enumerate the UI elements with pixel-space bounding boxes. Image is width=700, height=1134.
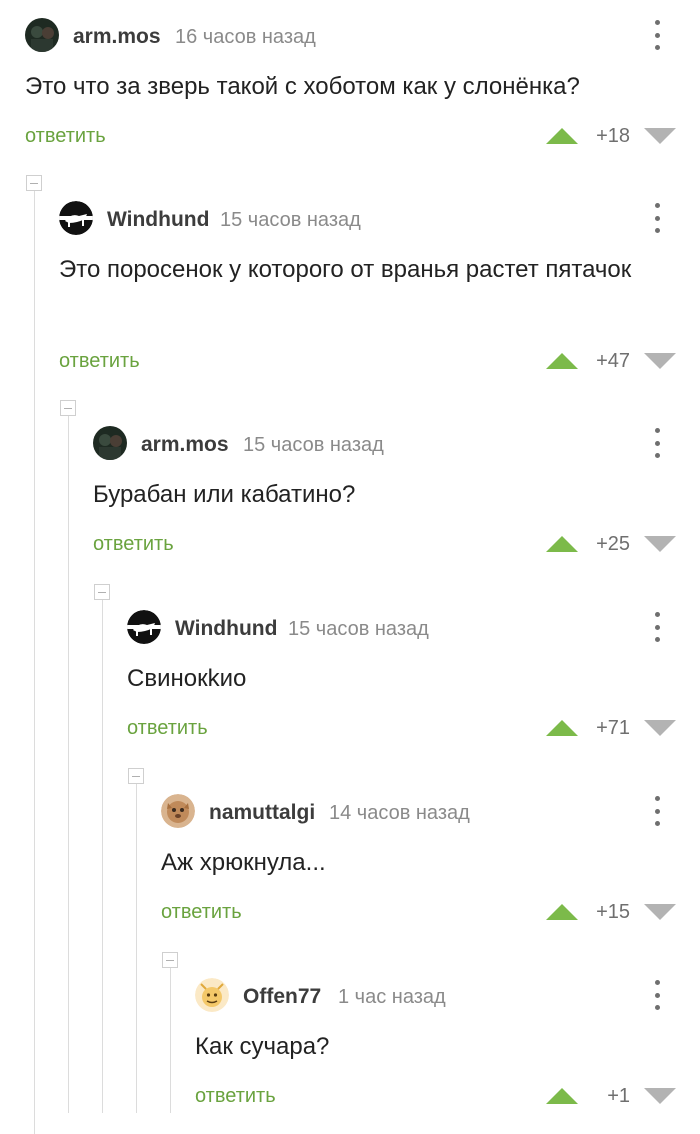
timestamp[interactable]: 15 часов назад bbox=[243, 434, 384, 457]
upvote-arrow-icon[interactable] bbox=[546, 536, 578, 552]
avatar[interactable] bbox=[59, 201, 93, 235]
username[interactable]: namuttalgi bbox=[209, 801, 315, 825]
score: +47 bbox=[596, 350, 630, 372]
collapse-thread-icon[interactable] bbox=[26, 175, 42, 191]
reply-button[interactable]: ответить bbox=[195, 1085, 276, 1108]
more-vertical-icon[interactable] bbox=[650, 610, 664, 644]
thread-line bbox=[102, 599, 103, 1113]
score: +71 bbox=[596, 717, 630, 739]
reply-button[interactable]: ответить bbox=[25, 125, 106, 148]
timestamp[interactable]: 15 часов назад bbox=[288, 618, 429, 641]
downvote-arrow-icon[interactable] bbox=[644, 904, 676, 920]
timestamp[interactable]: 14 часов назад bbox=[329, 802, 470, 825]
comment-header: arm.mos 15 часов назад bbox=[93, 424, 700, 464]
username[interactable]: arm.mos bbox=[73, 25, 161, 49]
avatar[interactable] bbox=[25, 18, 59, 52]
thread-line bbox=[34, 190, 35, 1134]
downvote-arrow-icon[interactable] bbox=[644, 1088, 676, 1104]
downvote-arrow-icon[interactable] bbox=[644, 720, 676, 736]
timestamp[interactable]: 1 час назад bbox=[338, 986, 446, 1009]
collapse-thread-icon[interactable] bbox=[94, 584, 110, 600]
upvote-arrow-icon[interactable] bbox=[546, 904, 578, 920]
collapse-thread-icon[interactable] bbox=[162, 952, 178, 968]
comment: Offen77 1 час назад Как сучара? ответить… bbox=[195, 976, 700, 1126]
comment-header: Windhund 15 часов назад bbox=[59, 199, 700, 239]
comment-text: Это поросенок у которого от вранья расте… bbox=[59, 256, 632, 283]
comment: Windhund 15 часов назад Это поросенок у … bbox=[59, 199, 700, 389]
avatar[interactable] bbox=[161, 794, 195, 828]
comment-header: Offen77 1 час назад bbox=[195, 976, 700, 1016]
thread-line bbox=[68, 415, 69, 1113]
comment-header: arm.mos 16 часов назад bbox=[25, 16, 700, 56]
avatar[interactable] bbox=[93, 426, 127, 460]
downvote-arrow-icon[interactable] bbox=[644, 128, 676, 144]
upvote-arrow-icon[interactable] bbox=[546, 720, 578, 736]
reply-button[interactable]: ответить bbox=[59, 350, 140, 373]
upvote-arrow-icon[interactable] bbox=[546, 353, 578, 369]
avatar[interactable] bbox=[127, 610, 161, 644]
comment-header: Windhund 15 часов назад bbox=[127, 608, 700, 648]
comment-text: Как сучара? bbox=[195, 1033, 330, 1060]
comment: arm.mos 15 часов назад Бурабан или кабат… bbox=[93, 424, 700, 574]
more-vertical-icon[interactable] bbox=[650, 978, 664, 1012]
more-vertical-icon[interactable] bbox=[650, 201, 664, 235]
score: +18 bbox=[596, 125, 630, 147]
thread-line bbox=[170, 967, 171, 1113]
reply-button[interactable]: ответить bbox=[127, 717, 208, 740]
username[interactable]: Windhund bbox=[175, 617, 277, 641]
comment-text: Бурабан или кабатино? bbox=[93, 481, 356, 508]
more-vertical-icon[interactable] bbox=[650, 426, 664, 460]
downvote-arrow-icon[interactable] bbox=[644, 353, 676, 369]
reply-button[interactable]: ответить bbox=[93, 533, 174, 556]
comment: Windhund 15 часов назад Свинокkио ответи… bbox=[127, 608, 700, 758]
thread-line bbox=[136, 783, 137, 1113]
upvote-arrow-icon[interactable] bbox=[546, 1088, 578, 1104]
avatar[interactable] bbox=[195, 978, 229, 1012]
collapse-thread-icon[interactable] bbox=[60, 400, 76, 416]
upvote-arrow-icon[interactable] bbox=[546, 128, 578, 144]
timestamp[interactable]: 16 часов назад bbox=[175, 26, 316, 49]
more-vertical-icon[interactable] bbox=[650, 18, 664, 52]
comment-text: Это что за зверь такой с хоботом как у с… bbox=[25, 73, 580, 100]
comment-text: Свинокkио bbox=[127, 665, 247, 692]
comment-header: namuttalgi 14 часов назад bbox=[161, 792, 700, 832]
username[interactable]: arm.mos bbox=[141, 433, 229, 457]
username[interactable]: Offen77 bbox=[243, 985, 321, 1009]
score: +1 bbox=[607, 1085, 630, 1107]
score: +15 bbox=[596, 901, 630, 923]
score: +25 bbox=[596, 533, 630, 555]
comment: arm.mos 16 часов назад Это что за зверь … bbox=[25, 16, 700, 166]
more-vertical-icon[interactable] bbox=[650, 794, 664, 828]
comment-text: Аж хрюкнула... bbox=[161, 849, 326, 876]
username[interactable]: Windhund bbox=[107, 208, 209, 232]
reply-button[interactable]: ответить bbox=[161, 901, 242, 924]
comment: namuttalgi 14 часов назад Аж хрюкнула...… bbox=[161, 792, 700, 942]
collapse-thread-icon[interactable] bbox=[128, 768, 144, 784]
timestamp[interactable]: 15 часов назад bbox=[220, 209, 361, 232]
downvote-arrow-icon[interactable] bbox=[644, 536, 676, 552]
